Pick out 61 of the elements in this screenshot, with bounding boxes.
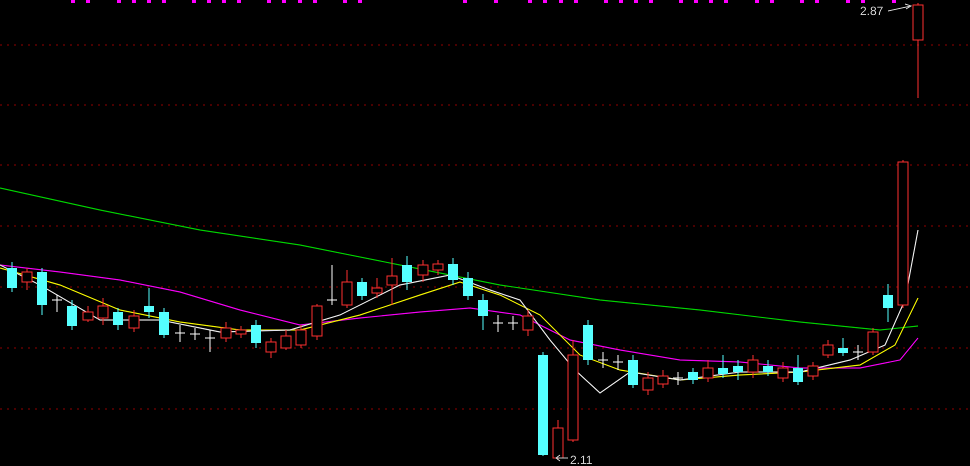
candlestick [98, 298, 108, 326]
candlestick [37, 268, 47, 316]
candlestick [733, 360, 743, 380]
candlestick [868, 328, 878, 356]
candlestick [852, 344, 864, 360]
candlestick [113, 308, 123, 330]
candlestick [128, 310, 140, 332]
candlestick [628, 354, 638, 388]
candlestick [838, 338, 848, 356]
candlestick [7, 262, 17, 292]
candlestick [220, 322, 232, 342]
candlestick [672, 372, 684, 386]
leader-line [555, 454, 568, 462]
candlestick [67, 300, 77, 330]
candlestick [688, 368, 698, 384]
candlestick [204, 330, 216, 352]
candlestick [448, 258, 458, 286]
candlestick [748, 354, 758, 378]
candlestick [342, 270, 352, 308]
candlestick [763, 360, 773, 376]
candlestick [658, 370, 668, 388]
high-price-label: 2.87 [860, 4, 884, 18]
candlestick [280, 330, 292, 350]
candlestick [808, 362, 818, 380]
candlestick [492, 314, 504, 332]
candlestick [478, 294, 488, 330]
candlestick [778, 362, 788, 382]
candlestick [251, 320, 261, 348]
candlestick [82, 306, 94, 322]
low-price-label: 2.11 [570, 453, 592, 466]
candlestick [432, 260, 444, 276]
candlestick [190, 328, 200, 340]
candlestick [522, 310, 534, 336]
candlestick [583, 320, 593, 366]
candlestick [642, 372, 654, 396]
candlestick [883, 284, 893, 322]
candlestick [402, 256, 412, 290]
candlestick [22, 268, 32, 290]
candlestick [552, 420, 564, 460]
candlestick [386, 258, 398, 306]
candlestick [326, 264, 338, 306]
candlestick [418, 260, 428, 282]
candlestick [357, 278, 367, 300]
candlestick [508, 316, 518, 330]
candlestick [296, 324, 306, 348]
candlestick [718, 354, 728, 378]
candlestick [612, 354, 624, 370]
candlestick [702, 360, 714, 382]
candlestick [463, 272, 473, 300]
candlestick [372, 278, 382, 298]
candlestick [312, 304, 322, 340]
candlestick [174, 324, 186, 342]
candlestick [598, 352, 608, 368]
candlestick [159, 308, 169, 338]
candlestick [266, 338, 276, 358]
candlestick [144, 288, 154, 318]
leader-line [888, 4, 912, 12]
candlestick [236, 326, 246, 338]
candlestick [52, 294, 62, 312]
candlestick [793, 354, 803, 386]
candlestick [822, 340, 834, 358]
